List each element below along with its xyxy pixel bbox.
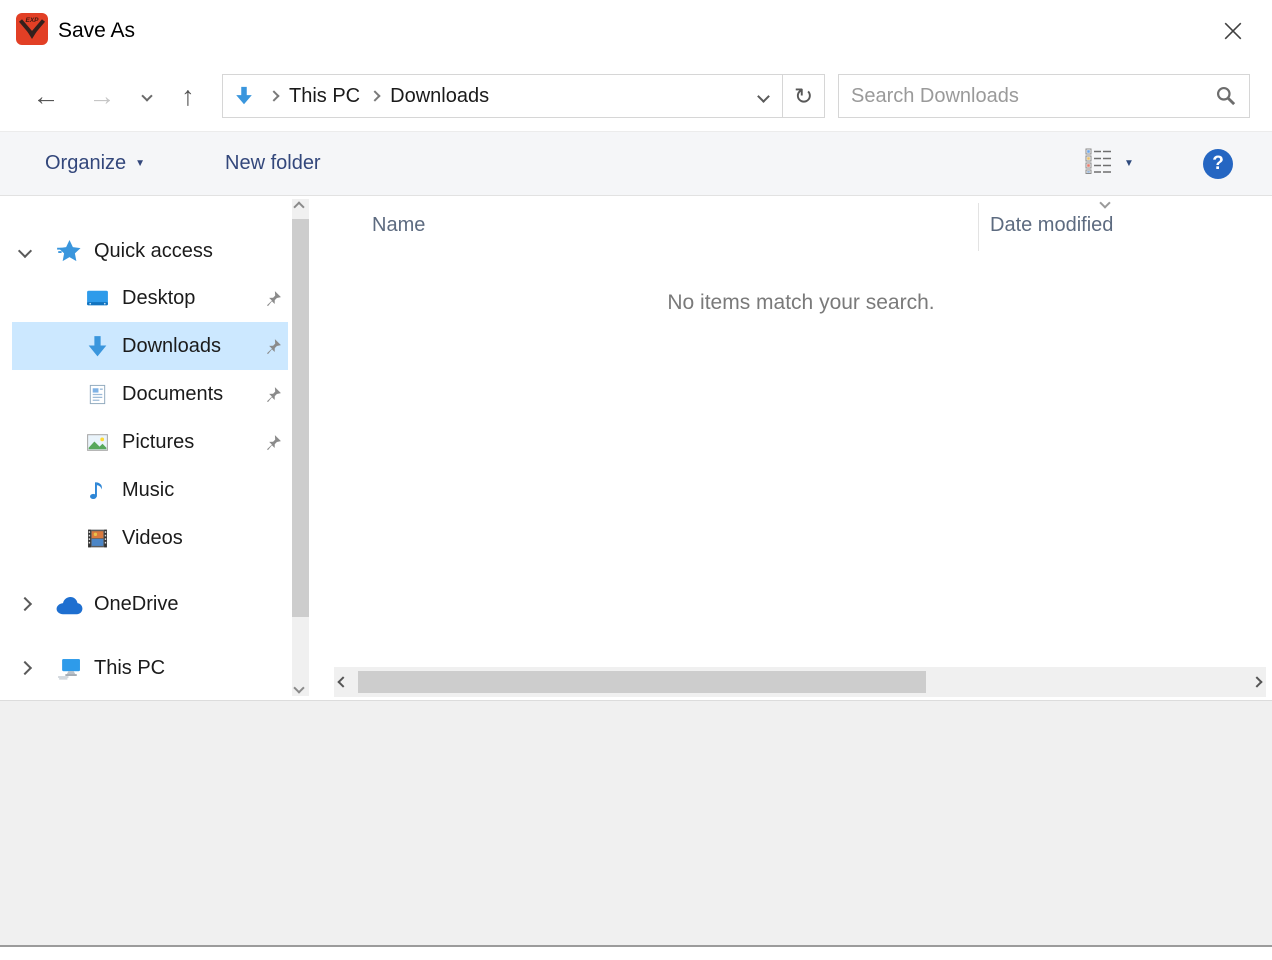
scrollbar-track[interactable] — [356, 671, 1244, 693]
sidebar-item-pictures[interactable]: Pictures — [12, 418, 288, 466]
forward-arrow-icon: → — [89, 81, 116, 112]
search-icon[interactable] — [1203, 85, 1249, 107]
forward-button[interactable]: → — [80, 74, 124, 118]
dialog-bottom-border — [0, 945, 1272, 947]
back-arrow-icon: ← — [33, 81, 60, 112]
pictures-icon — [80, 430, 114, 455]
scroll-left-button[interactable] — [334, 678, 352, 686]
sidebar-item-label: Documents — [122, 383, 223, 406]
up-button[interactable]: ↑ — [166, 74, 210, 118]
window-title: Save As — [58, 19, 135, 43]
scroll-up-icon[interactable] — [293, 201, 304, 212]
refresh-icon: ↻ — [794, 83, 813, 110]
collapse-chevron-icon[interactable] — [18, 661, 32, 675]
save-as-dialog: EXP Save As ← → ↑ This PC Downloads ↻ — [0, 0, 1272, 960]
organize-menu-button[interactable]: Organize ▼ — [45, 132, 145, 195]
organize-label: Organize — [45, 152, 126, 175]
pin-icon — [265, 290, 282, 307]
desktop-icon — [80, 286, 114, 311]
sidebar-item-desktop[interactable]: Desktop — [12, 274, 288, 322]
breadcrumb-this-pc[interactable]: This PC — [285, 85, 364, 108]
sidebar-item-documents[interactable]: Documents — [12, 370, 288, 418]
address-dropdown-button[interactable] — [745, 75, 782, 117]
breadcrumb-separator-icon[interactable] — [369, 90, 380, 101]
sort-chevron-icon[interactable] — [1099, 197, 1110, 208]
sidebar-item-music[interactable]: Music — [12, 466, 288, 514]
horizontal-scrollbar[interactable] — [334, 667, 1266, 697]
chevron-down-icon — [141, 90, 152, 101]
file-list-pane: Name Date modified No items match your s… — [330, 197, 1272, 700]
app-logo-icon: EXP — [16, 13, 48, 45]
sidebar-item-label: Music — [122, 479, 174, 502]
command-toolbar: Organize ▼ New folder ▼ ? — [0, 131, 1272, 196]
onedrive-cloud-icon — [52, 594, 86, 615]
dropdown-triangle-icon: ▼ — [135, 158, 145, 169]
sidebar-item-label: Videos — [122, 527, 183, 550]
recent-locations-button[interactable] — [134, 74, 160, 118]
breadcrumb-separator-icon[interactable] — [268, 90, 279, 101]
scroll-right-icon — [1251, 676, 1262, 687]
scroll-down-icon[interactable] — [293, 682, 304, 693]
sidebar-item-quick-access[interactable]: Quick access — [12, 227, 288, 275]
search-input[interactable] — [839, 85, 1203, 108]
scroll-right-button[interactable] — [1248, 678, 1266, 686]
new-folder-label: New folder — [225, 152, 321, 175]
collapse-chevron-icon[interactable] — [18, 597, 32, 611]
column-header-date-modified[interactable]: Date modified — [990, 214, 1113, 237]
refresh-button[interactable]: ↻ — [782, 75, 824, 117]
sidebar-item-videos[interactable]: Videos — [12, 514, 288, 562]
pin-icon — [265, 386, 282, 403]
column-divider[interactable] — [978, 203, 979, 251]
title-bar: EXP Save As — [0, 0, 1272, 64]
scroll-left-icon — [337, 676, 348, 687]
sidebar-item-onedrive[interactable]: OneDrive — [12, 580, 288, 628]
help-button[interactable]: ? — [1203, 132, 1233, 195]
documents-icon — [80, 383, 114, 406]
breadcrumb-downloads[interactable]: Downloads — [386, 85, 493, 108]
new-folder-button[interactable]: New folder — [225, 132, 321, 195]
sidebar-item-this-pc[interactable]: This PC — [12, 644, 288, 692]
navigation-bar: ← → ↑ This PC Downloads ↻ — [0, 74, 1272, 118]
search-box — [838, 74, 1250, 118]
sidebar-item-label: Pictures — [122, 431, 194, 454]
content-area: Quick access Desktop Downloads — [0, 197, 1272, 700]
music-icon — [80, 479, 114, 502]
chevron-down-icon — [757, 90, 770, 103]
change-view-button[interactable]: ▼ — [1085, 132, 1134, 195]
sidebar-item-label: This PC — [94, 657, 165, 680]
empty-folder-message: No items match your search. — [330, 291, 1272, 315]
help-icon: ? — [1203, 149, 1233, 179]
scrollbar-thumb[interactable] — [292, 219, 309, 617]
details-view-icon — [1085, 148, 1115, 180]
sidebar-item-label: Quick access — [94, 240, 213, 263]
close-button[interactable] — [1210, 10, 1256, 56]
downloads-folder-icon — [233, 85, 255, 107]
downloads-icon — [80, 334, 114, 359]
pin-icon — [265, 338, 282, 355]
pin-icon — [265, 434, 282, 451]
videos-icon — [80, 526, 114, 551]
address-bar[interactable]: This PC Downloads ↻ — [222, 74, 825, 118]
sidebar-scrollbar[interactable] — [292, 199, 309, 696]
dialog-footer: File name: Save as type: Text file Hide … — [0, 700, 1272, 947]
sidebar-item-label: Downloads — [122, 335, 221, 358]
scrollbar-thumb[interactable] — [358, 671, 926, 693]
close-icon — [1221, 19, 1245, 48]
this-pc-icon — [52, 656, 86, 681]
navigation-pane: Quick access Desktop Downloads — [0, 197, 330, 700]
sidebar-item-label: Desktop — [122, 287, 195, 310]
sidebar-item-label: OneDrive — [94, 593, 178, 616]
svg-text:EXP: EXP — [25, 17, 39, 24]
back-button[interactable]: ← — [24, 74, 68, 118]
dropdown-triangle-icon: ▼ — [1124, 158, 1134, 169]
column-header-name[interactable]: Name — [372, 214, 425, 237]
expand-chevron-icon[interactable] — [18, 244, 32, 258]
up-arrow-icon: ↑ — [181, 81, 195, 112]
quick-access-icon — [52, 238, 86, 265]
sidebar-item-downloads[interactable]: Downloads — [12, 322, 288, 370]
